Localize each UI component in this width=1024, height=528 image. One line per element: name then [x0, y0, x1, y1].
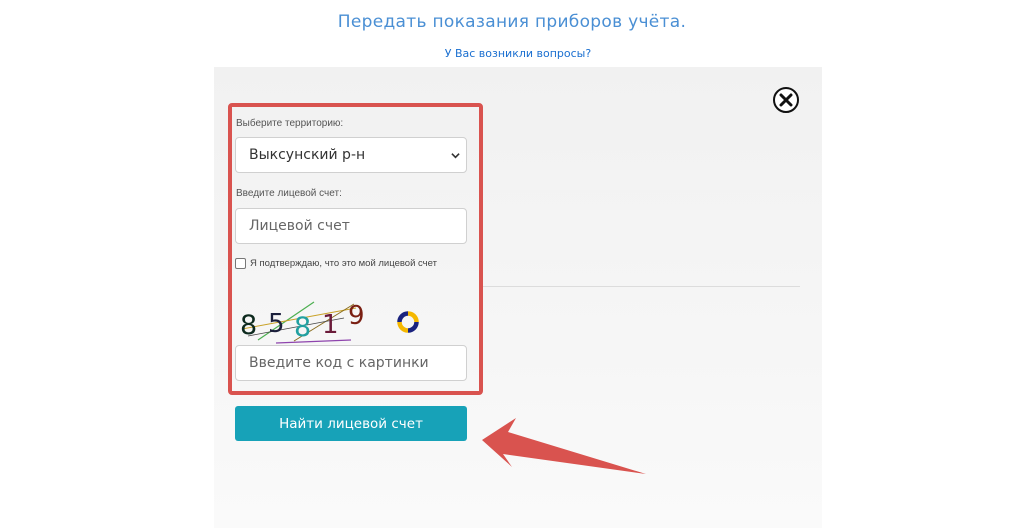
close-icon: [779, 93, 793, 107]
help-link[interactable]: У Вас возникли вопросы?: [0, 47, 1024, 60]
close-button[interactable]: [773, 87, 799, 113]
find-account-button[interactable]: Найти лицевой счет: [235, 406, 467, 441]
divider: [482, 286, 800, 287]
annotation-highlight-box: [228, 103, 483, 395]
page-title: Передать показания приборов учёта.: [337, 12, 687, 32]
annotation-arrow-icon: [482, 418, 646, 474]
